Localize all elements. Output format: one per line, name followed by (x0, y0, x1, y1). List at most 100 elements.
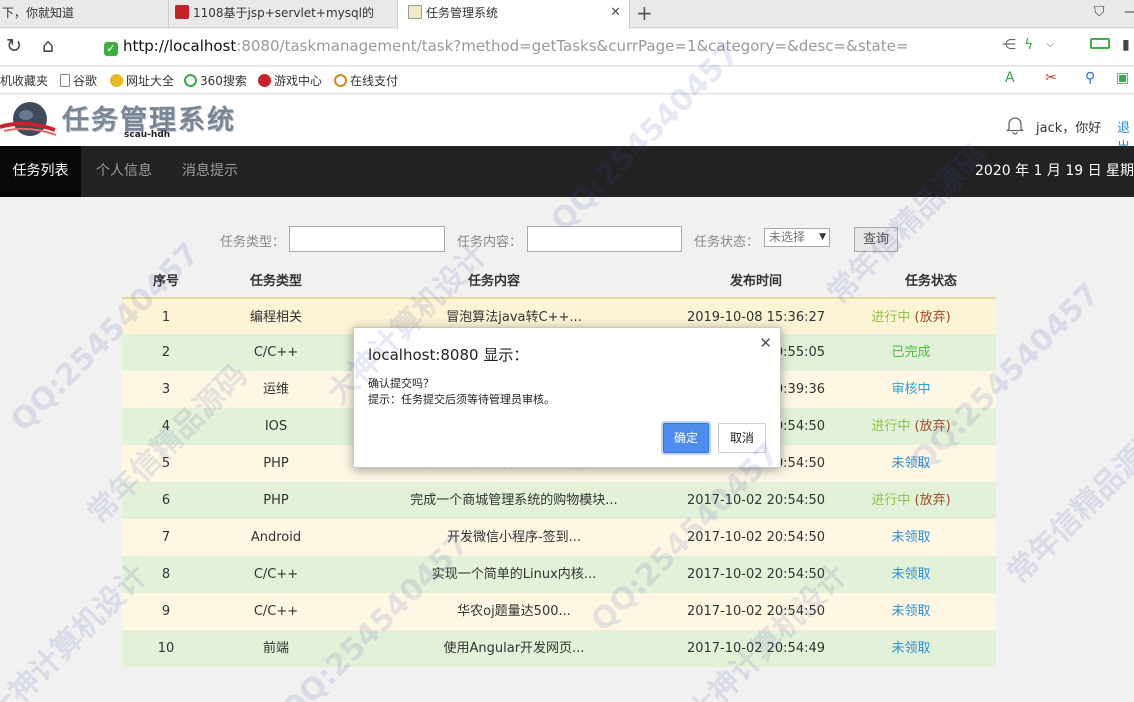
state-label: 已完成 (891, 345, 931, 360)
table-row: 7 Android 开发微信小程序-签到... 2017-10-02 20:54… (122, 519, 996, 556)
state-label: 未领取 (891, 530, 931, 545)
shirt-icon[interactable]: ⛉ (1094, 4, 1105, 20)
magnifier-icon[interactable]: ⚲ (1085, 70, 1095, 86)
bell-icon[interactable] (1005, 115, 1025, 135)
give-up-link[interactable]: (放弃) (915, 310, 951, 325)
globe-icon (110, 74, 123, 87)
cell-state: 进行中 (放弃) (826, 482, 996, 519)
dialog-question: 确认提交吗？ (368, 377, 434, 390)
cell-content[interactable]: 完成一个商城管理系统的购物模块... (342, 482, 686, 519)
state-label: 审核中 (891, 382, 931, 397)
give-up-link[interactable]: (放弃) (915, 493, 951, 508)
task-type-label: 任务类型： (220, 235, 286, 250)
cell-time: 2017-10-02 20:54:49 (686, 641, 826, 656)
bookmark-label: 游戏中心 (274, 74, 323, 88)
nav-task-list[interactable]: 任务列表 (0, 146, 81, 197)
cell-state: 未领取 (826, 593, 996, 630)
query-button[interactable]: 查询 (854, 227, 898, 252)
dialog-title: localhost:8080 显示： (368, 346, 529, 364)
task-type-input[interactable] (289, 226, 445, 252)
cell-type: 运维 (262, 382, 289, 397)
cell-state: 未领取 (826, 445, 996, 482)
bookmark-item[interactable]: 网址大全 (110, 72, 174, 89)
cell-type: C/C++ (253, 345, 299, 360)
browser-tab[interactable]: 1108基于jsp+servlet+mysql的 (168, 0, 396, 28)
bookmark-item[interactable]: 在线支付 (334, 72, 398, 89)
url-rest: :8080/taskmanagement/task?method=getTask… (236, 37, 909, 55)
cell-time: 2017-10-02 20:54:50 (686, 530, 826, 545)
bookmark-item[interactable]: 谷歌 (60, 72, 97, 89)
cell-content[interactable]: 使用Angular开发网页... (342, 630, 686, 667)
doc-icon (60, 74, 70, 87)
close-icon[interactable]: ✕ (610, 0, 621, 26)
task-state-select[interactable]: 未选择 ▼ (764, 228, 830, 247)
minimize-icon[interactable]: — (1124, 4, 1134, 20)
site-header: 任务管理系统 scau-hdh jack，你好 退出 (0, 95, 1134, 155)
cell-state: 审核中 (826, 371, 996, 408)
page-icon (408, 5, 422, 19)
cell-content[interactable]: 华农oj题量达500... (342, 593, 686, 630)
battery-icon[interactable] (1090, 37, 1110, 53)
nav-profile[interactable]: 个人信息 (96, 146, 152, 197)
close-icon[interactable]: ✕ (759, 334, 772, 352)
current-date: 2020 年 1 月 19 日 星期日 (975, 163, 1134, 179)
home-icon[interactable]: ⌂ (42, 35, 54, 57)
cell-content[interactable]: 开发微信小程序-签到... (342, 519, 686, 556)
lightning-icon[interactable]: ϟ (1024, 37, 1033, 53)
column-header: 序号 (152, 274, 179, 289)
translate-icon[interactable]: A (1005, 70, 1015, 86)
bookmark-item[interactable]: 游戏中心 (258, 72, 322, 89)
logo-subtitle: scau-hdh (124, 130, 171, 140)
refresh-icon[interactable]: ↻ (6, 35, 22, 57)
state-label: 未领取 (891, 641, 931, 656)
cell-state: 未领取 (826, 630, 996, 667)
column-header: 发布时间 (729, 274, 782, 289)
user-greeting[interactable]: jack，你好 (1036, 117, 1101, 136)
tab-label: 下，你就知道 (2, 6, 75, 20)
cell-type: IOS (264, 419, 288, 434)
tab-label: 任务管理系统 (426, 6, 499, 20)
confirm-dialog: localhost:8080 显示： ✕ 确认提交吗？ 提示：任务提交后须等待管… (353, 327, 781, 468)
game-icon (258, 74, 271, 87)
browser-tab[interactable]: 下，你就知道 (0, 0, 166, 28)
cell-no: 7 (161, 530, 171, 545)
new-tab-plus-icon[interactable]: + (636, 0, 653, 26)
search-360-icon (184, 74, 197, 87)
cell-type: Android (250, 530, 302, 545)
menu-icon[interactable]: ▮ (1122, 37, 1130, 53)
cell-no: 3 (161, 382, 171, 397)
nav-messages[interactable]: 消息提示 (182, 146, 238, 197)
bookmarks-bar: 机收藏夹 谷歌 网址大全 360搜索 游戏中心 在线支付 A ✂ ⚲ ▣ (0, 67, 1134, 94)
red-page-icon (175, 5, 189, 19)
bookmark-label: 360搜索 (200, 74, 247, 88)
dropdown-arrow-icon: ▼ (819, 232, 826, 242)
gamepad-icon[interactable]: ▣ (1116, 70, 1129, 86)
main-navbar: 任务列表 个人信息 消息提示 2020 年 1 月 19 日 星期日 (0, 146, 1134, 197)
browser-tab-active[interactable]: 任务管理系统 ✕ (397, 0, 630, 29)
bookmark-item[interactable]: 360搜索 (184, 72, 247, 89)
task-content-input[interactable] (527, 226, 682, 252)
bookmark-item[interactable]: 机收藏夹 (0, 72, 48, 89)
scissors-icon[interactable]: ✂ (1045, 70, 1057, 86)
dialog-message: 确认提交吗？ 提示：任务提交后须等待管理员审核。 (368, 376, 555, 408)
cell-no: 8 (161, 567, 171, 582)
cell-content[interactable]: 实现一个简单的Linux内核... (342, 556, 686, 593)
cell-type: PHP (263, 456, 289, 471)
table-row: 10 前端 使用Angular开发网页... 2017-10-02 20:54:… (122, 630, 996, 667)
chevron-down-icon[interactable]: ⌵ (1046, 37, 1054, 51)
cell-state: 未领取 (826, 556, 996, 593)
cell-state: 未领取 (826, 519, 996, 556)
confirm-button[interactable]: 确定 (663, 423, 709, 453)
url-field[interactable]: ✓ http://localhost:8080/taskmanagement/ta… (104, 37, 908, 56)
cell-type: C/C++ (253, 567, 299, 582)
bookmark-label: 在线支付 (350, 74, 399, 88)
state-label: 进行中 (871, 493, 911, 508)
cell-no: 5 (161, 456, 171, 471)
cell-no: 10 (157, 641, 175, 656)
state-label: 未领取 (891, 604, 931, 619)
task-content-label: 任务内容： (457, 235, 523, 250)
cancel-button[interactable]: 取消 (718, 423, 766, 453)
give-up-link[interactable]: (放弃) (915, 419, 951, 434)
logo[interactable]: 任务管理系统 scau-hdh (0, 97, 240, 143)
share-icon[interactable]: ⋲ (1002, 37, 1016, 53)
